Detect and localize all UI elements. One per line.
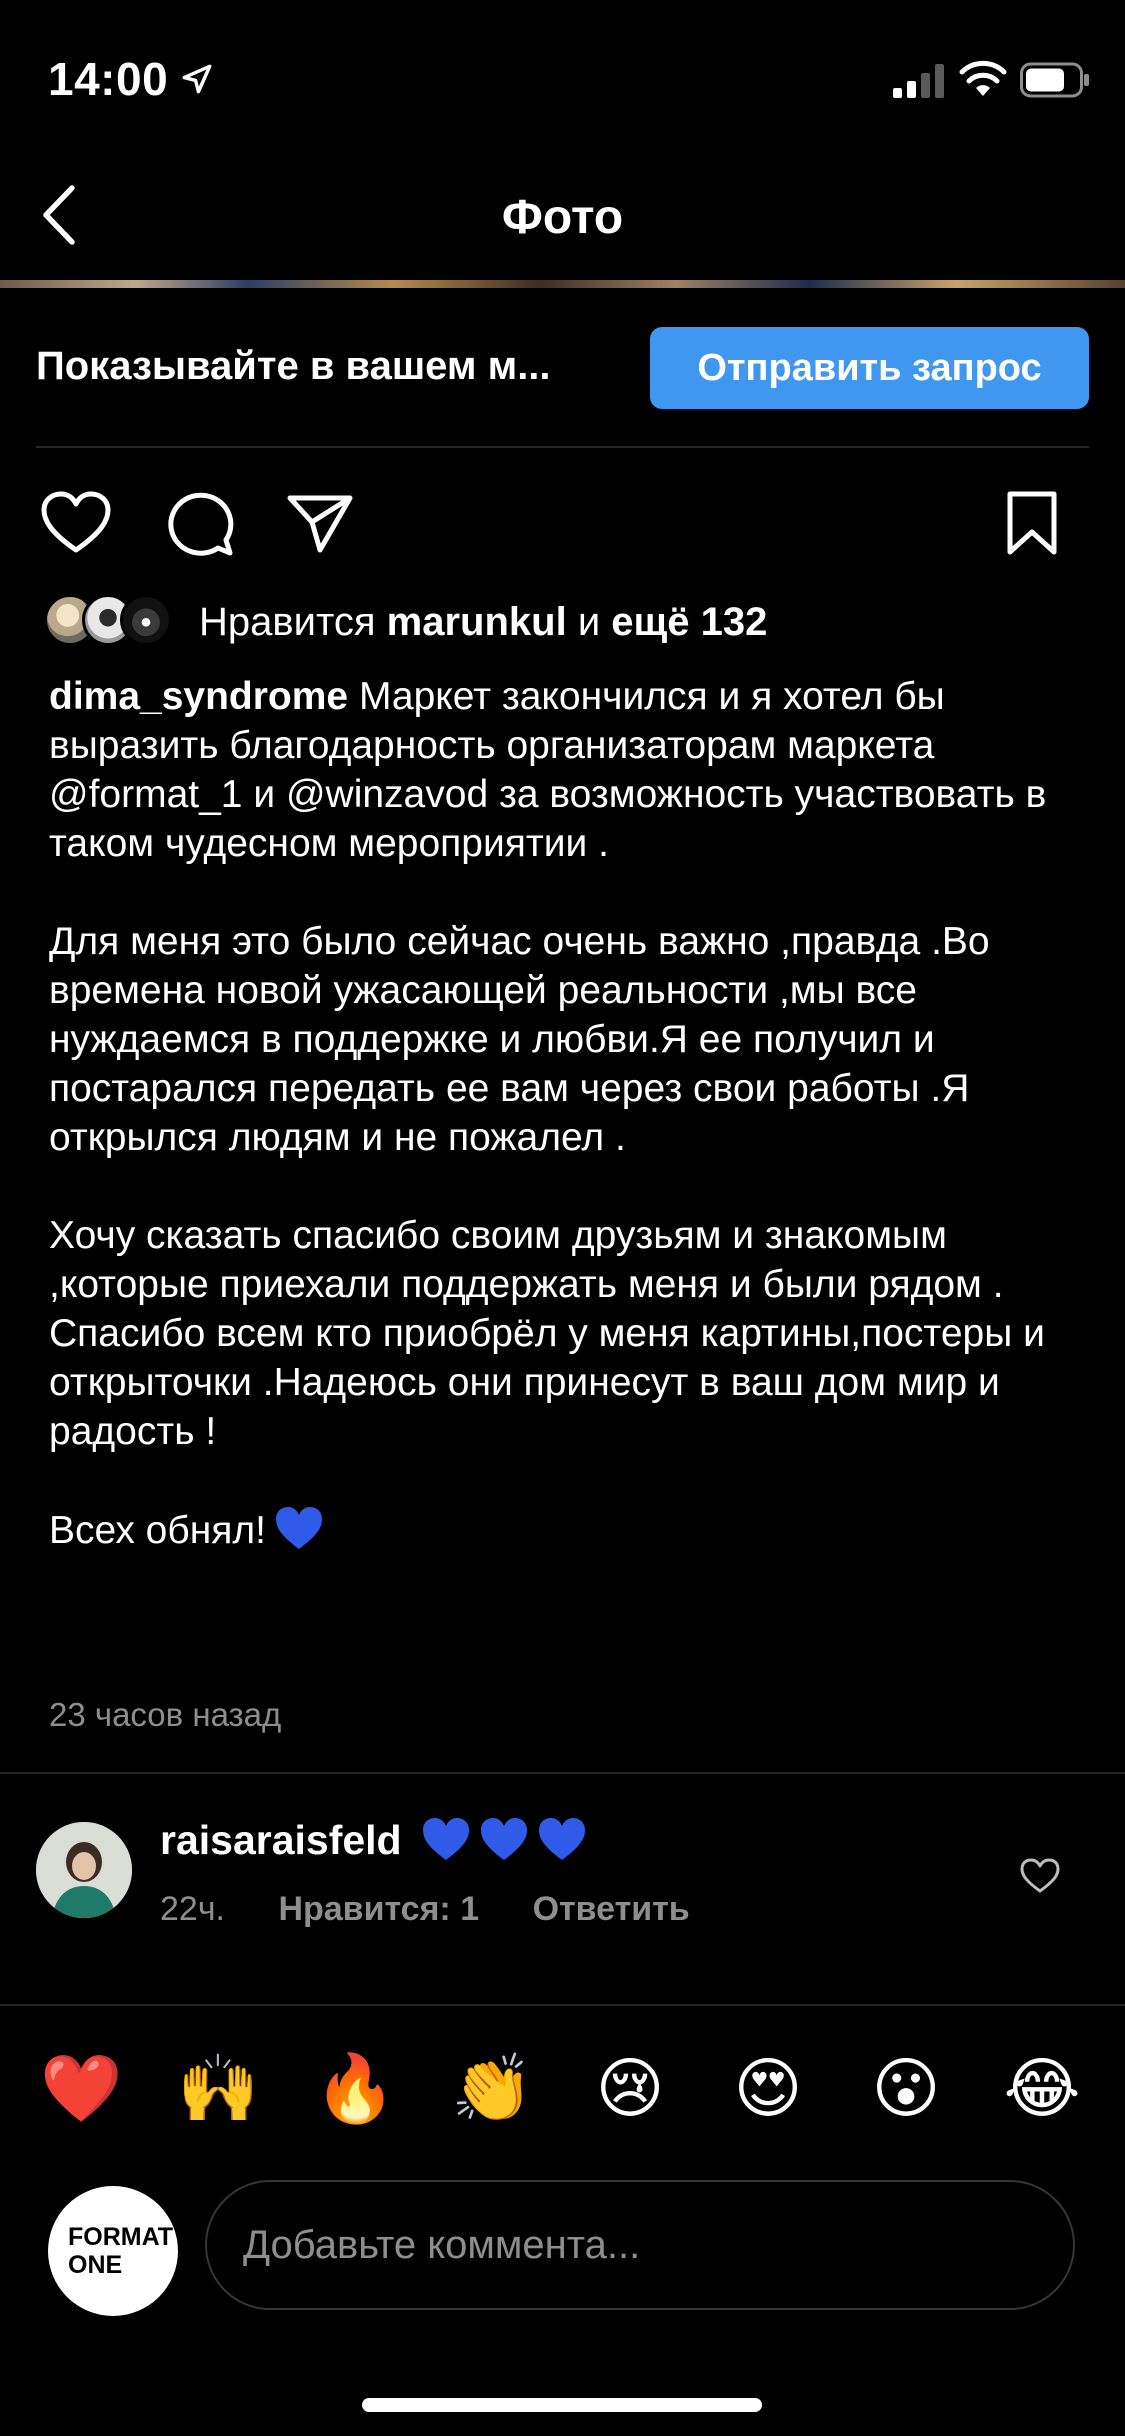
page-title: Фото <box>501 191 624 244</box>
bookmark-icon[interactable] <box>1000 490 1064 556</box>
emoji-heart[interactable]: ❤️ <box>40 2048 122 2128</box>
blue-heart-icon <box>481 1818 528 1860</box>
likes-rest[interactable]: ещё 132 <box>611 600 767 644</box>
commenter-username[interactable]: raisaraisfeld <box>160 1817 402 1863</box>
blue-heart-icon <box>275 1507 322 1549</box>
comment-composer: FORMAT ONE <box>0 2178 1125 2316</box>
blue-heart-icon <box>539 1818 586 1860</box>
wifi-icon <box>959 60 1007 96</box>
reply-button[interactable]: Ответить <box>533 1890 690 1928</box>
battery-icon <box>1020 62 1089 98</box>
comment-time: 22ч. <box>160 1890 225 1928</box>
divider <box>36 446 1089 448</box>
comment-body: raisaraisfeld <box>160 1816 587 1864</box>
post-timestamp: 23 часов назад <box>49 1696 282 1733</box>
emoji-surprised[interactable]: 😮 <box>866 2048 946 2128</box>
emoji-heart-eyes[interactable]: 😍 <box>728 2048 808 2128</box>
emoji-crying[interactable]: 😢 <box>590 2048 670 2128</box>
status-time: 14:00 <box>48 53 169 105</box>
caption-text-3b: Спасибо всем кто приобрёл у меня картины… <box>49 1312 1045 1453</box>
comment-like-heart-icon[interactable] <box>1020 1858 1060 1894</box>
promo-bar: Показывайте в вашем м... Отправить запро… <box>0 288 1125 448</box>
caption-text-4: Всех обнял! <box>49 1509 266 1552</box>
top-navigation: Фото <box>0 150 1125 280</box>
likes-user[interactable]: marunkul <box>387 600 567 644</box>
promo-text[interactable]: Показывайте в вашем м... <box>36 344 551 389</box>
quick-reaction-bar: ❤️ 🙌 🔥 👏 😢 😍 😮 😂 <box>0 2040 1125 2140</box>
emoji-fire[interactable]: 🔥 <box>314 2048 396 2128</box>
post-photo-edge[interactable] <box>0 280 1125 288</box>
home-indicator[interactable] <box>362 2398 762 2412</box>
divider <box>0 1772 1125 1774</box>
comment-likes[interactable]: Нравится: 1 <box>278 1890 479 1928</box>
share-send-icon[interactable] <box>284 490 356 556</box>
status-bar: 14:00 <box>0 0 1125 150</box>
comment-meta: 22ч. Нравится: 1 Ответить <box>160 1890 734 1929</box>
emoji-laughing[interactable]: 😂 <box>1002 2048 1082 2128</box>
cellular-signal-icon <box>893 64 944 98</box>
own-avatar-line1: FORMAT <box>68 2223 174 2251</box>
emoji-raised-hands[interactable]: 🙌 <box>177 2048 259 2128</box>
liker-avatar <box>120 594 172 646</box>
like-heart-icon[interactable] <box>40 490 112 556</box>
caption-text-3a: Хочу сказать спасибо своим друзьям и зна… <box>49 1214 1004 1306</box>
likes-middle: и <box>577 600 601 644</box>
emoji-clapping[interactable]: 👏 <box>451 2048 533 2128</box>
caption-username[interactable]: dima_syndrome <box>49 675 348 718</box>
post-caption: dima_syndrome Маркет закончился и я хоте… <box>49 672 1089 1555</box>
caption-paragraph: dima_syndrome Маркет закончился и я хоте… <box>49 672 1089 868</box>
likes-prefix: Нравится <box>199 600 376 644</box>
caption-text-2: Для меня это было сейчас очень важно ,пр… <box>49 920 990 1159</box>
post-actions <box>0 470 1125 570</box>
commenter-avatar[interactable] <box>36 1822 132 1918</box>
location-arrow-icon <box>182 64 212 94</box>
comment-bubble-icon[interactable] <box>164 490 236 556</box>
likes-row[interactable]: Нравится marunkul и ещё 132 <box>44 590 1084 654</box>
caption-paragraph: Всех обнял! <box>49 1505 1089 1555</box>
own-avatar-line2: ONE <box>68 2251 123 2279</box>
comment-input[interactable] <box>205 2180 1075 2310</box>
comment-item: raisaraisfeld 22ч. Нравится: 1 Ответить <box>0 1800 1125 1960</box>
blue-heart-icon <box>423 1818 470 1860</box>
own-avatar: FORMAT ONE <box>48 2186 178 2316</box>
send-request-button[interactable]: Отправить запрос <box>650 327 1089 409</box>
likes-count[interactable]: Нравится marunkul и ещё 132 <box>199 600 767 645</box>
divider <box>0 2004 1125 2006</box>
